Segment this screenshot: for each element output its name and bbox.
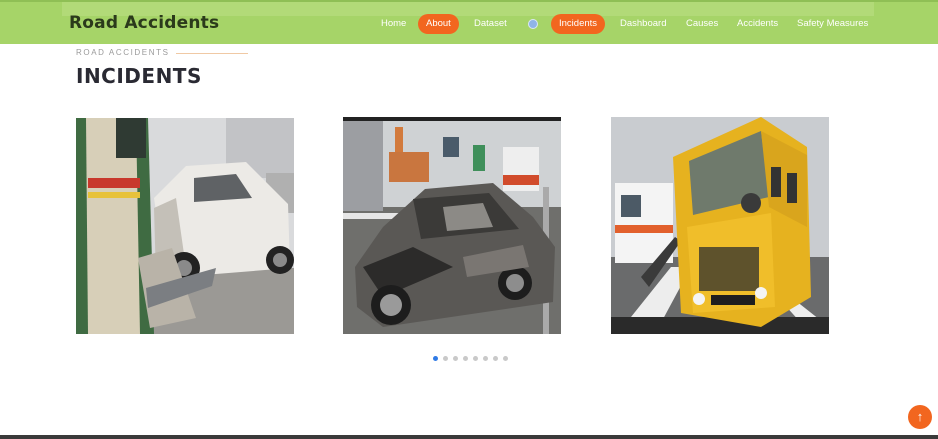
header: Road Accidents Home About Dataset Incide… (0, 0, 938, 44)
nav-accidents[interactable]: Accidents (737, 14, 778, 34)
carousel-dot-8[interactable] (503, 356, 508, 361)
arrow-up-icon: ↑ (916, 409, 924, 424)
nav-dropdown-dot-icon[interactable] (528, 19, 538, 29)
carousel-dot-3[interactable] (453, 356, 458, 361)
nav-causes[interactable]: Causes (686, 14, 718, 34)
burnt-car-image (343, 117, 561, 334)
page-bottom-edge (0, 435, 938, 439)
section-subtitle-divider (176, 53, 248, 54)
nav-about[interactable]: About (418, 14, 459, 34)
nav-incidents[interactable]: Incidents (551, 14, 606, 34)
nav-dashboard[interactable]: Dashboard (620, 14, 666, 34)
carousel-dot-6[interactable] (483, 356, 488, 361)
carousel-dot-5[interactable] (473, 356, 478, 361)
carousel-dot-2[interactable] (443, 356, 448, 361)
section-subtitle: ROAD ACCIDENTS (76, 48, 170, 57)
school-bus-crash-image (611, 117, 829, 334)
back-to-top-button[interactable]: ↑ (908, 405, 932, 429)
carousel-dot-4[interactable] (463, 356, 468, 361)
carousel-card-1[interactable] (76, 118, 294, 334)
section-title: INCIDENTS (76, 64, 202, 88)
nav-home[interactable]: Home (381, 14, 406, 34)
brand-logo[interactable]: Road Accidents (69, 13, 219, 33)
nav-safety-measures[interactable]: Safety Measures (797, 14, 868, 34)
nav-dataset[interactable]: Dataset (474, 14, 507, 34)
carousel-card-2[interactable] (343, 117, 561, 334)
carousel-dot-1[interactable] (433, 356, 438, 361)
car-crushed-by-bus-image (76, 118, 294, 334)
carousel-dot-7[interactable] (493, 356, 498, 361)
carousel-card-3[interactable] (611, 117, 829, 334)
